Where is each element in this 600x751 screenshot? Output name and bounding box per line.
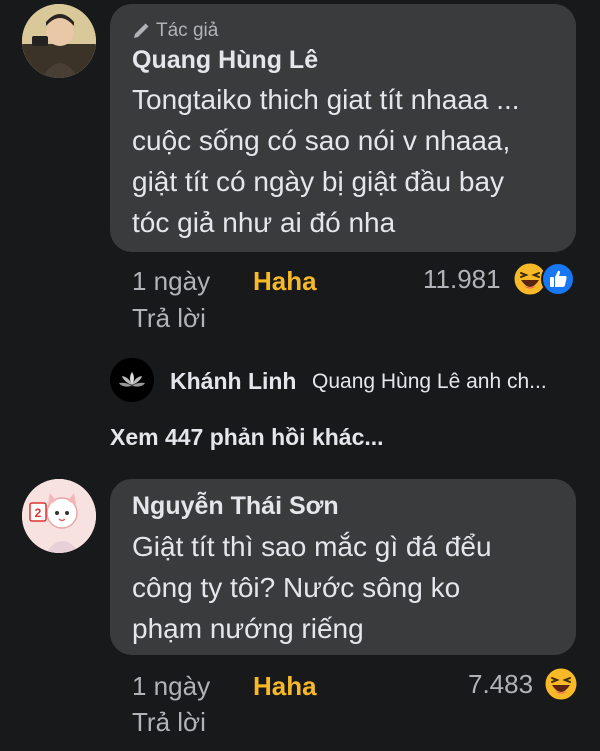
- view-more-replies-link[interactable]: Xem 447 phản hồi khác...: [110, 424, 384, 451]
- commenter-name[interactable]: Quang Hùng Lê: [132, 46, 318, 75]
- reaction-icons[interactable]: [513, 262, 575, 296]
- lotus-icon: [110, 358, 154, 402]
- comment-text: Tongtaiko thich giat tít nhaaa ... cuộc …: [132, 79, 520, 243]
- comment-line: công ty tôi? Nước sông ko: [132, 572, 461, 603]
- avatar-image: [22, 4, 96, 78]
- comment-line: Giật tít thì sao mắc gì đá đểu: [132, 531, 492, 562]
- comment-line: giật tít có ngày bị giật đầu bay: [132, 166, 505, 197]
- avatar-nguyen-thai-son[interactable]: 2: [22, 479, 96, 553]
- avatar-khanh-linh[interactable]: [110, 358, 154, 402]
- reaction-count[interactable]: 7.483: [468, 669, 533, 700]
- comment-time[interactable]: 1 ngày: [132, 671, 210, 702]
- like-icon: [541, 262, 575, 296]
- avatar-image: 2: [22, 479, 96, 553]
- comment-line: phạm nướng riếng: [132, 613, 364, 644]
- commenter-name[interactable]: Nguyễn Thái Sơn: [132, 492, 339, 521]
- svg-text:2: 2: [35, 506, 42, 520]
- comment-line: Tongtaiko thich giat tít nhaaa ...: [132, 84, 520, 115]
- comment-text: Giật tít thì sao mắc gì đá đểu công ty t…: [132, 526, 492, 649]
- author-badge-label: Tác giả: [156, 20, 219, 41]
- reply-button[interactable]: Trả lời: [132, 303, 206, 334]
- reaction-button[interactable]: Haha: [253, 266, 317, 297]
- reply-button[interactable]: Trả lời: [132, 707, 206, 738]
- comment-time[interactable]: 1 ngày: [132, 266, 210, 297]
- comment-line: tóc giả như ai đó nha: [132, 207, 396, 238]
- reaction-icons[interactable]: [544, 667, 578, 701]
- avatar-quang-hung-le[interactable]: [22, 4, 96, 78]
- reply-author-name[interactable]: Khánh Linh: [170, 368, 296, 395]
- comment-line: cuộc sống có sao nói v nhaaa,: [132, 125, 511, 156]
- reply-preview-text[interactable]: Quang Hùng Lê anh ch...: [312, 370, 547, 394]
- author-badge: Tác giả: [132, 20, 218, 42]
- pencil-icon: [134, 23, 149, 38]
- haha-emoji-icon: [544, 667, 578, 701]
- reaction-count[interactable]: 11.981: [423, 264, 501, 295]
- reaction-button[interactable]: Haha: [253, 671, 317, 702]
